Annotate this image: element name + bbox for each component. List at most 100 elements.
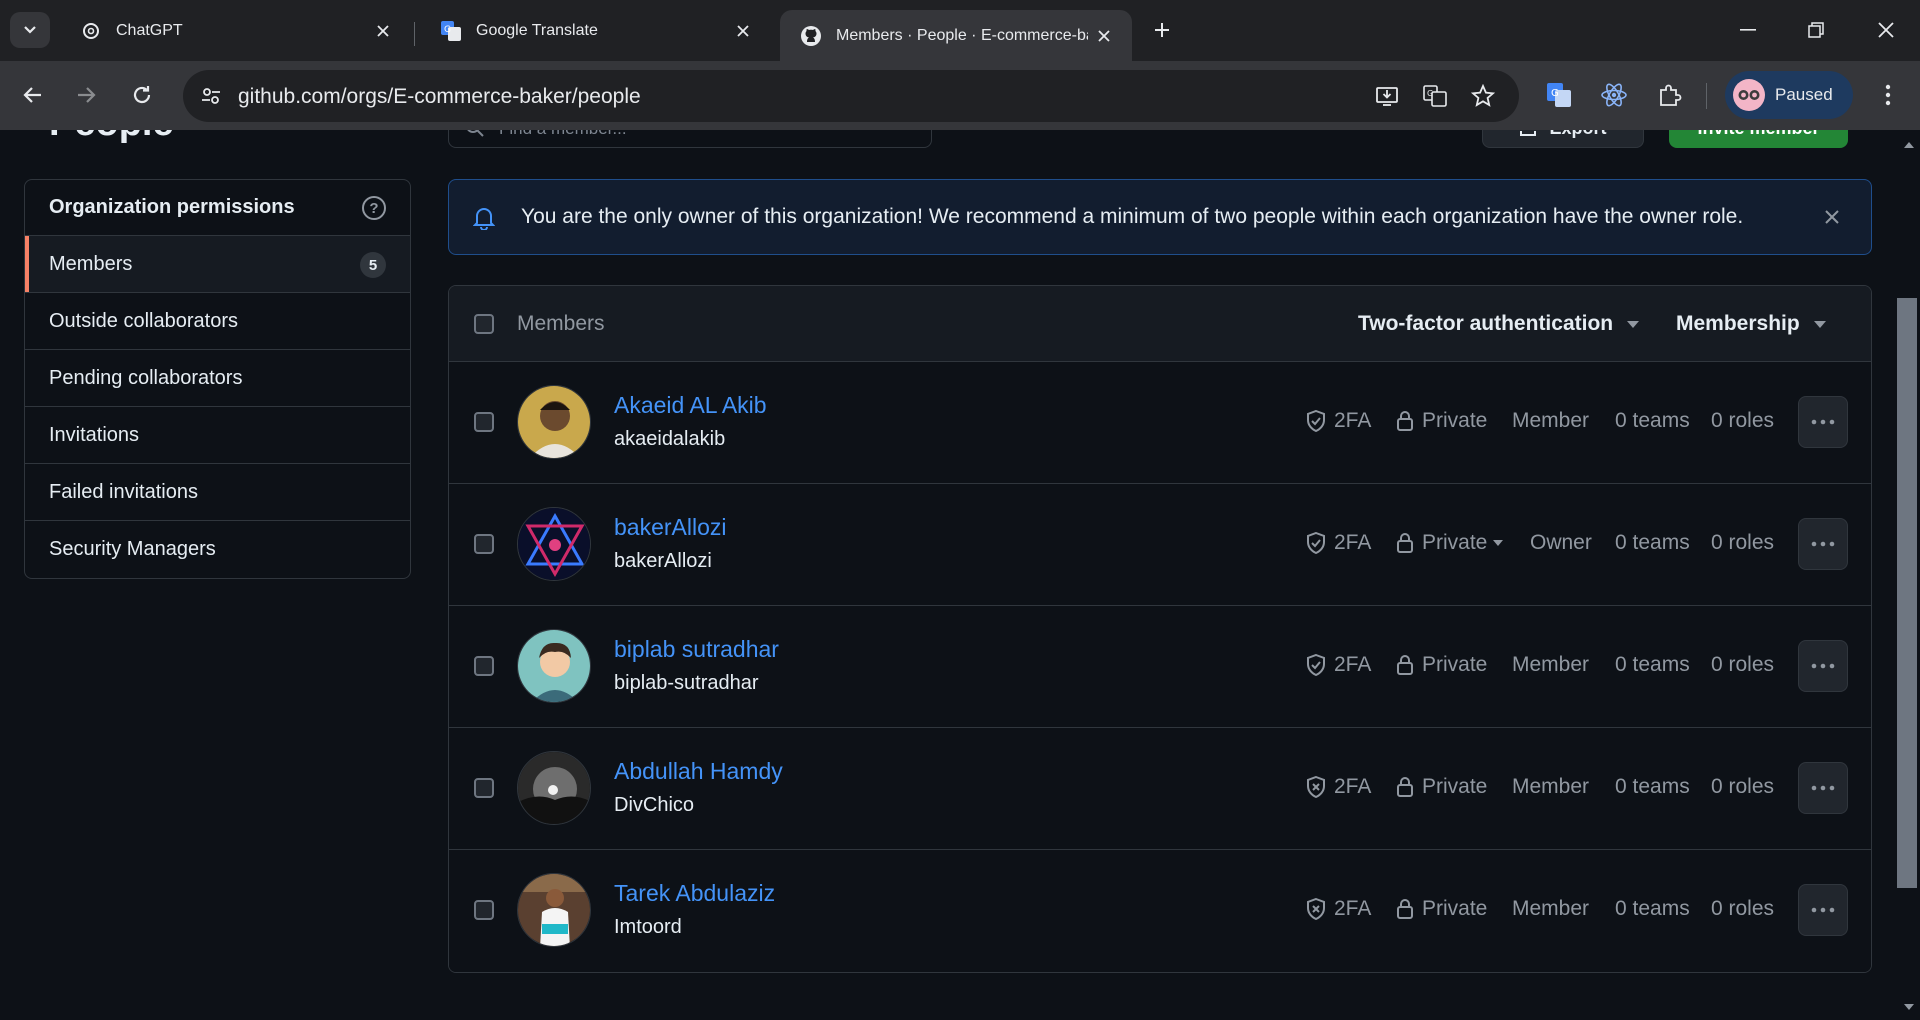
kebab-horizontal-icon xyxy=(1811,663,1835,669)
tab-search-button[interactable] xyxy=(10,12,50,48)
visibility-status: Private xyxy=(1396,409,1487,433)
svg-text:G: G xyxy=(1427,89,1433,98)
window-close-button[interactable] xyxy=(1862,10,1910,50)
member-actions-button[interactable] xyxy=(1798,396,1848,448)
chatgpt-icon xyxy=(80,20,102,42)
teams-count: 0 teams xyxy=(1615,653,1690,676)
back-button[interactable] xyxy=(13,75,53,115)
membership-filter-dropdown[interactable]: Membership xyxy=(1676,312,1826,336)
shield-check-icon xyxy=(1307,410,1325,432)
member-name-link[interactable]: Tarek Abdulaziz xyxy=(614,880,775,907)
forward-button[interactable] xyxy=(66,75,106,115)
plus-icon xyxy=(1155,23,1169,37)
reload-button[interactable] xyxy=(122,75,162,115)
visibility-dropdown[interactable]: Private xyxy=(1396,531,1504,555)
avatar[interactable] xyxy=(517,873,591,947)
visibility-status: Private xyxy=(1396,775,1487,799)
tab-github-members[interactable]: Members · People · E-commerce-baker xyxy=(780,10,1132,61)
organization-permissions-nav: Organization permissions ? Members 5 Out… xyxy=(24,179,411,579)
sidebar-item-failed-invitations[interactable]: Failed invitations xyxy=(25,464,410,521)
teams-count: 0 teams xyxy=(1615,897,1690,920)
bookmark-star-icon[interactable] xyxy=(1467,80,1499,112)
filter-label: Two-factor authentication xyxy=(1358,312,1614,335)
profile-button[interactable]: Paused xyxy=(1725,71,1853,119)
scroll-down-arrow-icon[interactable] xyxy=(1902,1000,1916,1014)
member-name-link[interactable]: Abdullah Hamdy xyxy=(614,758,783,785)
member-login: biplab-sutradhar xyxy=(614,672,759,694)
install-app-icon[interactable] xyxy=(1371,80,1403,112)
two-factor-status: 2FA xyxy=(1306,653,1371,677)
extensions-puzzle-icon[interactable] xyxy=(1652,77,1688,113)
react-devtools-icon[interactable] xyxy=(1596,77,1632,113)
sidebar-item-members[interactable]: Members 5 xyxy=(25,236,410,293)
svg-text:G: G xyxy=(1551,88,1559,99)
scrollbar-thumb[interactable] xyxy=(1897,298,1917,888)
kebab-horizontal-icon xyxy=(1811,541,1835,547)
member-actions-button[interactable] xyxy=(1798,762,1848,814)
member-actions-button[interactable] xyxy=(1798,518,1848,570)
sidebar-item-pending-collaborators[interactable]: Pending collaborators xyxy=(25,350,410,407)
tab-google-translate[interactable]: G Google Translate xyxy=(420,10,765,52)
row-checkbox[interactable] xyxy=(474,656,494,676)
tfa-label: 2FA xyxy=(1334,897,1372,920)
two-factor-filter-dropdown[interactable]: Two-factor authentication xyxy=(1358,312,1640,336)
member-name-link[interactable]: Akaeid AL Akib xyxy=(614,392,767,419)
avatar[interactable] xyxy=(517,629,591,703)
scroll-up-arrow-icon[interactable] xyxy=(1902,138,1916,152)
two-factor-status: 2FA xyxy=(1306,409,1371,433)
tab-chatgpt[interactable]: ChatGPT xyxy=(60,10,405,52)
invite-member-button[interactable]: Invite member xyxy=(1669,130,1848,148)
address-bar[interactable]: github.com/orgs/E-commerce-baker/people … xyxy=(183,70,1519,122)
close-icon[interactable] xyxy=(367,15,399,47)
two-factor-status: 2FA xyxy=(1306,775,1371,799)
dismiss-banner-icon[interactable] xyxy=(1819,204,1845,230)
member-login: akaeidalakib xyxy=(614,428,726,450)
tfa-label: 2FA xyxy=(1334,531,1372,554)
sidebar-item-outside-collaborators[interactable]: Outside collaborators xyxy=(25,293,410,350)
row-checkbox[interactable] xyxy=(474,900,494,920)
translate-page-icon[interactable]: G xyxy=(1419,80,1451,112)
google-translate-extension-icon[interactable]: G xyxy=(1541,77,1577,113)
search-icon xyxy=(467,130,484,137)
visibility-label: Private xyxy=(1422,653,1488,676)
browser-menu-button[interactable] xyxy=(1870,77,1906,113)
help-icon[interactable]: ? xyxy=(362,196,386,220)
select-all-checkbox[interactable] xyxy=(474,314,494,334)
sidebar-item-security-managers[interactable]: Security Managers xyxy=(25,521,410,578)
roles-count: 0 roles xyxy=(1711,409,1775,432)
visibility-status: Private xyxy=(1396,897,1487,921)
visibility-label: Private xyxy=(1422,409,1488,432)
minimize-icon xyxy=(1740,29,1756,31)
sidebar-item-label: Members xyxy=(49,252,133,275)
row-checkbox[interactable] xyxy=(474,412,494,432)
bell-icon xyxy=(471,205,497,231)
avatar[interactable] xyxy=(517,507,591,581)
find-member-input[interactable]: Find a member... xyxy=(448,130,932,148)
sidebar-item-invitations[interactable]: Invitations xyxy=(25,407,410,464)
kebab-horizontal-icon xyxy=(1811,907,1835,913)
tune-icon xyxy=(202,88,220,104)
sidebar-item-label: Pending collaborators xyxy=(49,366,243,389)
member-name-link[interactable]: biplab sutradhar xyxy=(614,636,779,663)
close-icon[interactable] xyxy=(1088,20,1120,52)
row-checkbox[interactable] xyxy=(474,778,494,798)
arrow-left-icon xyxy=(23,87,41,103)
restore-button[interactable] xyxy=(1792,10,1840,50)
site-info-button[interactable] xyxy=(193,78,229,114)
member-name-link[interactable]: bakerAllozi xyxy=(614,514,727,541)
export-button[interactable]: Export xyxy=(1482,130,1644,148)
members-count-badge: 5 xyxy=(360,252,386,278)
avatar[interactable] xyxy=(517,385,591,459)
restore-icon xyxy=(1808,22,1824,38)
visibility-label: Private xyxy=(1422,531,1488,554)
member-actions-button[interactable] xyxy=(1798,640,1848,692)
minimize-button[interactable] xyxy=(1724,10,1772,50)
member-actions-button[interactable] xyxy=(1798,884,1848,936)
new-tab-button[interactable] xyxy=(1146,14,1178,46)
row-checkbox[interactable] xyxy=(474,534,494,554)
avatar[interactable] xyxy=(517,751,591,825)
close-icon[interactable] xyxy=(727,15,759,47)
roles-count: 0 roles xyxy=(1711,653,1775,676)
owner-warning-banner: You are the only owner of this organizat… xyxy=(448,179,1872,255)
role-label: Owner xyxy=(1530,531,1592,554)
